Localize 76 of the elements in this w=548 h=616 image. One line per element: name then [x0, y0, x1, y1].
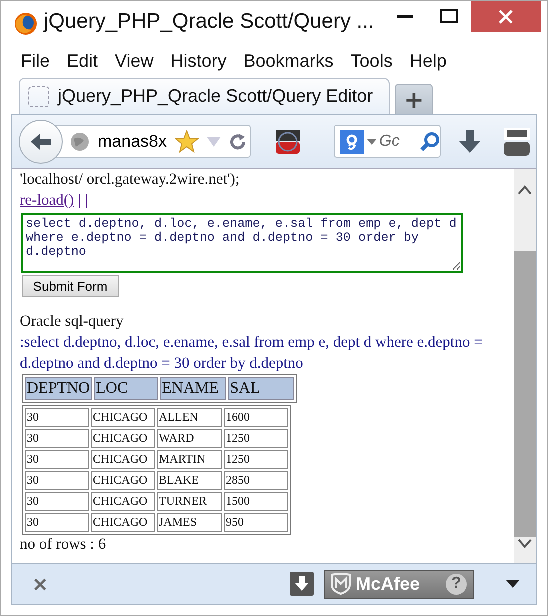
table-cell: CHICAGO — [91, 429, 155, 448]
table-cell: 30 — [25, 429, 89, 448]
page-icon — [28, 86, 50, 108]
table-cell: 30 — [25, 492, 89, 511]
scrollbar[interactable] — [514, 169, 536, 563]
search-input[interactable]: Gc — [379, 132, 418, 150]
table-cell: JAMES — [157, 513, 222, 532]
menu-item[interactable]: Help — [408, 50, 456, 72]
reload-icon[interactable] — [228, 132, 247, 150]
table-cell: 1250 — [224, 429, 288, 448]
connection-text: 'localhost/ orcl.gateway.2wire.net'); — [20, 170, 241, 190]
table-cell: 30 — [25, 513, 89, 532]
search-engine-icon — [340, 130, 364, 154]
separator-text: | | — [78, 192, 88, 209]
search-icon[interactable] — [420, 132, 440, 152]
menu-item[interactable]: File — [19, 50, 60, 72]
address-bar[interactable]: manas8x — [55, 125, 251, 158]
column-header: DEPTNO — [25, 377, 92, 400]
table-cell: 1600 — [224, 408, 288, 427]
browser-tab[interactable]: jQuery_PHP_Qracle Scott/Query Editor — [19, 78, 390, 114]
table-cell: 30 — [25, 471, 89, 490]
row-count-text: no of rows : 6 — [20, 535, 108, 554]
url-text: manas8x — [98, 132, 167, 152]
column-header: LOC — [94, 377, 158, 400]
table-cell: 30 — [25, 408, 89, 427]
table-cell: 1250 — [224, 450, 288, 469]
menu-item[interactable]: Bookmarks — [242, 50, 343, 72]
menu-item[interactable]: History — [168, 50, 236, 72]
download-icon[interactable] — [459, 130, 481, 154]
scroll-up-icon[interactable] — [518, 185, 532, 195]
table-cell: TURNER — [157, 492, 222, 511]
column-header: ENAME — [160, 377, 226, 400]
window-title: jQuery_PHP_Qracle Scott/Query ... — [44, 10, 376, 34]
star-icon[interactable] — [174, 130, 199, 154]
back-button[interactable] — [19, 120, 63, 164]
scroll-down-icon[interactable] — [518, 539, 532, 549]
globe-icon — [70, 132, 90, 152]
search-field[interactable]: Gc — [334, 125, 441, 158]
query-echo-text: :select d.deptno, d.loc, e.ename, e.sal from emp e, dept d where e.deptno = d.deptno and d.deptno = 30 order by d.deptno — [20, 333, 484, 374]
table-cell: 950 — [224, 513, 288, 532]
query-input[interactable]: select d.deptno, d.loc, e.ename, e.sal from emp e, dept d where e.deptno = d.deptno and d.deptno = 30 order by d.deptno — [21, 213, 463, 273]
result-heading: Oracle sql-query — [20, 312, 125, 332]
table-cell: ALLEN — [157, 408, 222, 427]
close-icon — [499, 10, 513, 24]
video-icon[interactable] — [504, 128, 530, 156]
table-cell: 2850 — [224, 471, 288, 490]
minimize-icon — [397, 14, 413, 18]
close-button[interactable] — [471, 1, 541, 32]
table-cell: MARTIN — [157, 450, 222, 469]
table-cell: CHICAGO — [91, 513, 155, 532]
table-cell: CHICAGO — [91, 408, 155, 427]
table-cell: CHICAGO — [91, 471, 155, 490]
security-button[interactable]: McAfee ? — [324, 570, 474, 598]
download-icon[interactable] — [290, 572, 314, 596]
table-cell: 1500 — [224, 492, 288, 511]
table-cell: 30 — [25, 450, 89, 469]
maximize-icon — [440, 9, 458, 23]
table-cell: CHICAGO — [91, 450, 155, 469]
column-header: SAL — [228, 377, 294, 400]
menu-item[interactable]: Edit — [65, 50, 108, 72]
scrollbar-thumb[interactable] — [514, 251, 536, 537]
back-arrow-icon — [29, 132, 53, 152]
help-icon[interactable]: ? — [446, 574, 467, 594]
table-cell: WARD — [157, 429, 222, 448]
video-icon[interactable] — [275, 128, 301, 154]
reload-link[interactable]: re-load() — [20, 192, 74, 209]
browser-logo-icon — [14, 12, 38, 36]
submit-button[interactable]: Submit Form — [22, 275, 119, 297]
dropdown-icon[interactable] — [506, 580, 520, 588]
menu-item[interactable]: Tools — [348, 50, 402, 72]
close-addon-bar-button[interactable]: × — [32, 572, 49, 596]
table-cell: CHICAGO — [91, 492, 155, 511]
menu-item[interactable]: View — [113, 50, 163, 72]
new-tab-button[interactable]: + — [395, 84, 434, 114]
shield-icon — [331, 573, 351, 595]
table-cell: BLAKE — [157, 471, 222, 490]
